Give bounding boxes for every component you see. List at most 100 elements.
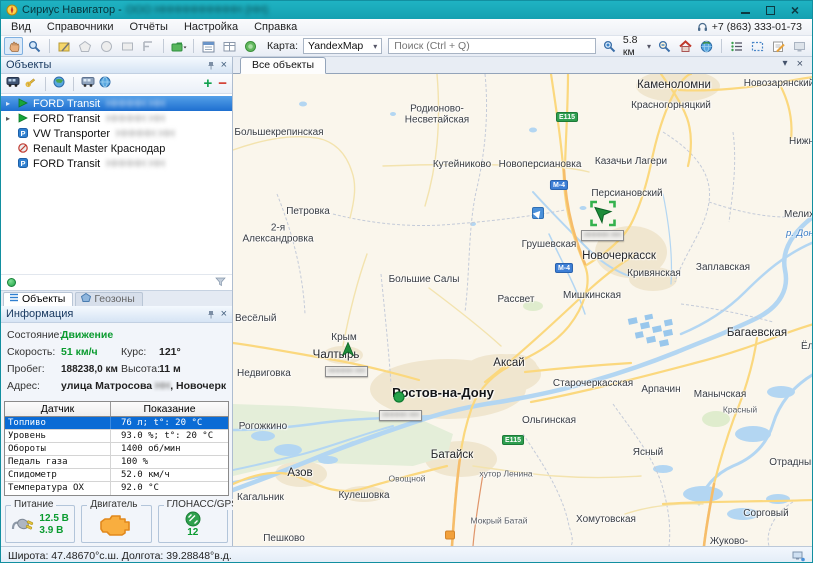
gnss-label: ГЛОНАСС/GPS — [164, 499, 241, 510]
tab-geozones[interactable]: Геозоны — [75, 292, 142, 306]
pin-icon[interactable] — [207, 310, 215, 319]
vehicle-group-button[interactable] — [6, 75, 20, 93]
map-label: Мокрый Батай — [471, 517, 528, 526]
menu-item-0[interactable]: Вид — [3, 20, 39, 34]
pan-tool-button[interactable] — [4, 37, 23, 55]
sensor-rows: Топливо76 л; t°: 20 °CУровень93.0 %; t°:… — [5, 417, 228, 495]
add-object-button[interactable]: + — [203, 78, 212, 90]
zoom-out-button[interactable] — [655, 37, 674, 55]
home-button[interactable] — [676, 37, 695, 55]
object-row[interactable]: ▸FORD TransitННННН НН — [1, 96, 232, 111]
close-panel-icon[interactable]: × — [221, 308, 227, 320]
search-input[interactable] — [388, 38, 596, 54]
select-area-button[interactable] — [748, 37, 767, 55]
tab-list-dropdown-icon[interactable]: ▾ — [783, 58, 788, 70]
object-row[interactable]: PFORD TransitННННН НН — [1, 156, 232, 171]
sensor-row[interactable]: Топливо76 л; t°: 20 °C — [5, 417, 228, 430]
table-view-button[interactable] — [220, 37, 239, 55]
tab-label: Геозоны — [94, 293, 134, 305]
circle-tool-button[interactable] — [97, 37, 116, 55]
object-name: VW Transporter — [33, 128, 110, 140]
show-on-map-button[interactable] — [53, 75, 66, 93]
map-label: Мишкинская — [563, 291, 621, 302]
globe-button[interactable] — [697, 37, 716, 55]
globe-button-2[interactable] — [99, 75, 112, 93]
tab-close-icon[interactable]: × — [797, 58, 803, 70]
zoom-tool-button[interactable] — [25, 37, 44, 55]
minimize-button[interactable] — [741, 7, 750, 14]
ruler-tool-button[interactable] — [139, 37, 158, 55]
map-label: Арпачин — [641, 385, 680, 396]
parked-status-icon: P — [18, 158, 29, 169]
tab-objects[interactable]: Объекты — [3, 292, 73, 306]
tree-expander-icon[interactable]: ▸ — [6, 99, 14, 108]
map-canvas[interactable]: БольшекрепинскаяРодионово- НесветайскаяК… — [233, 74, 813, 546]
sensor-row[interactable]: Спидометр52.0 км/ч — [5, 469, 228, 482]
sensor-row[interactable]: Уровень93.0 %; t°: 20 °C — [5, 430, 228, 443]
pin-icon[interactable] — [207, 61, 215, 70]
map-area: Все объекты ▾ × — [233, 57, 812, 546]
sensor-value: 92.0 °C — [111, 482, 228, 495]
map-label: Нижнедонской — [789, 137, 813, 148]
reports-button[interactable] — [199, 37, 218, 55]
sensor-row[interactable]: Педаль газа100 % — [5, 456, 228, 469]
road-badge: E115 — [502, 435, 524, 445]
close-panel-icon[interactable]: × — [221, 59, 227, 71]
filter-button[interactable] — [215, 274, 226, 292]
close-button[interactable]: × — [791, 5, 799, 15]
speed-label: Скорость: — [7, 346, 61, 358]
object-row[interactable]: PVW TransporterННННН НН — [1, 126, 232, 141]
sensor-row[interactable]: Температура ОХ92.0 °C — [5, 482, 228, 495]
menu-item-2[interactable]: Отчёты — [122, 20, 176, 34]
status-dot-icon[interactable] — [7, 278, 16, 287]
tracks-button[interactable] — [169, 37, 188, 55]
state-value: Движение — [61, 329, 113, 341]
notes-button[interactable] — [769, 37, 788, 55]
object-row[interactable]: ▸FORD TransitННННН НН — [1, 111, 232, 126]
magnifier-icon — [28, 40, 41, 53]
sensor-name: Уровень — [5, 430, 111, 442]
remove-object-button[interactable]: − — [218, 79, 227, 89]
vehicle-marker-selected[interactable] — [590, 201, 616, 232]
map-label: Казачьи Лагери — [595, 157, 667, 168]
map-label: Красный — [723, 406, 757, 415]
map-scale-control[interactable]: 5.8 км ▾ — [621, 34, 653, 58]
legend-button[interactable] — [727, 37, 746, 55]
menu-item-4[interactable]: Справка — [246, 20, 305, 34]
object-row[interactable]: Renault Master Краснодар — [1, 141, 232, 156]
geozone-tab-icon — [81, 293, 91, 302]
tools-button[interactable] — [24, 75, 38, 93]
select-area-icon — [751, 40, 764, 53]
map-label: Багаевская — [727, 327, 787, 339]
map-tab-all-objects[interactable]: Все объекты — [240, 57, 326, 74]
course-value: 121° — [159, 346, 181, 358]
rect-tool-button[interactable] — [118, 37, 137, 55]
finance-button[interactable] — [241, 37, 260, 55]
offline-status-icon — [18, 143, 29, 154]
vehicle-arrow-icon — [342, 342, 355, 357]
mileage-label: Пробег: — [7, 363, 61, 375]
zoom-in-button[interactable] — [600, 37, 619, 55]
map-tab-strip: Все объекты ▾ × — [233, 57, 812, 74]
menu-item-1[interactable]: Справочники — [39, 20, 122, 34]
menu-item-3[interactable]: Настройка — [176, 20, 246, 34]
menu-items: ВидСправочникиОтчётыНастройкаСправка — [3, 20, 305, 34]
map-select-combo[interactable]: YandexMap ▾ — [303, 38, 382, 54]
vehicle-marker-dot[interactable] — [393, 390, 405, 408]
vehicle-dot-icon — [393, 391, 405, 403]
polygon-tool-button[interactable] — [76, 37, 95, 55]
globe-green-icon — [53, 76, 66, 88]
objects-list: ▸FORD TransitННННН НН▸FORD TransitННННН … — [1, 94, 232, 274]
sensor-row[interactable]: Обороты1400 об/мин — [5, 443, 228, 456]
sensor-table-header: Датчик Показание — [5, 402, 228, 417]
monitor-button[interactable] — [790, 37, 809, 55]
vehicle-button[interactable] — [81, 75, 95, 93]
tree-expander-icon[interactable]: ▸ — [6, 114, 14, 123]
vehicle-marker-arrow[interactable] — [342, 342, 355, 362]
engine-icon — [99, 512, 133, 536]
title-bar: Сириус Навигатор - ООО ННННННННННН (НН) … — [1, 1, 812, 19]
funnel-icon — [215, 277, 226, 287]
sensor-value: 52.0 км/ч — [111, 469, 228, 481]
maximize-button[interactable] — [766, 6, 775, 15]
edit-map-button[interactable] — [55, 37, 74, 55]
